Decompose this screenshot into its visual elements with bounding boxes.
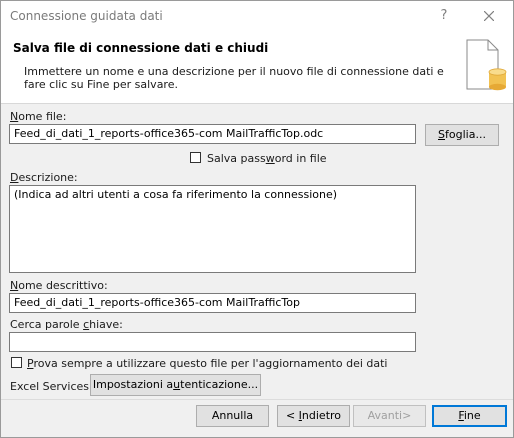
window-title: Connessione guidata dati: [10, 9, 163, 23]
cancel-button[interactable]: Annulla: [196, 405, 269, 427]
filename-label: Nome file:: [10, 110, 67, 123]
wizard-step-description: Immettere un nome e una descrizione per …: [24, 65, 444, 91]
save-password-checkbox[interactable]: [190, 152, 201, 163]
friendly-name-label: Nome descrittivo:: [10, 279, 108, 292]
back-button[interactable]: < Indietro: [277, 405, 350, 427]
file-database-icon: [466, 39, 507, 91]
next-button[interactable]: Avanti>: [353, 405, 426, 427]
footer-divider: [1, 399, 513, 400]
wizard-step-title: Salva file di connessione dati e chiudi: [13, 41, 269, 55]
keywords-field[interactable]: [9, 332, 416, 352]
excel-services-label: Excel Services:: [10, 380, 93, 393]
help-button[interactable]: ?: [430, 5, 458, 27]
authentication-settings-button[interactable]: Impostazioni autenticazione...: [90, 374, 261, 396]
keywords-label: Cerca parole chiave:: [10, 318, 123, 331]
close-icon: [483, 10, 495, 22]
friendly-name-field[interactable]: Feed_di_dati_1_reports-office365-com Mai…: [9, 293, 416, 313]
always-use-file-checkbox[interactable]: [11, 357, 22, 368]
finish-button[interactable]: Fine: [432, 405, 507, 427]
description-field[interactable]: (Indica ad altri utenti a cosa fa riferi…: [9, 185, 416, 273]
browse-button[interactable]: Sfoglia...: [425, 124, 499, 146]
save-password-label: Salva password in file: [207, 152, 327, 165]
filename-field[interactable]: Feed_di_dati_1_reports-office365-com Mai…: [9, 124, 416, 144]
connection-wizard-dialog: Connessione guidata dati ? Salva file di…: [0, 0, 514, 438]
description-label: Descrizione:: [10, 171, 78, 184]
always-use-file-label: Prova sempre a utilizzare questo file pe…: [27, 357, 388, 370]
title-bar: Connessione guidata dati ?: [1, 1, 513, 31]
wizard-header: Salva file di connessione dati e chiudi …: [1, 31, 513, 104]
close-button[interactable]: [475, 5, 503, 27]
